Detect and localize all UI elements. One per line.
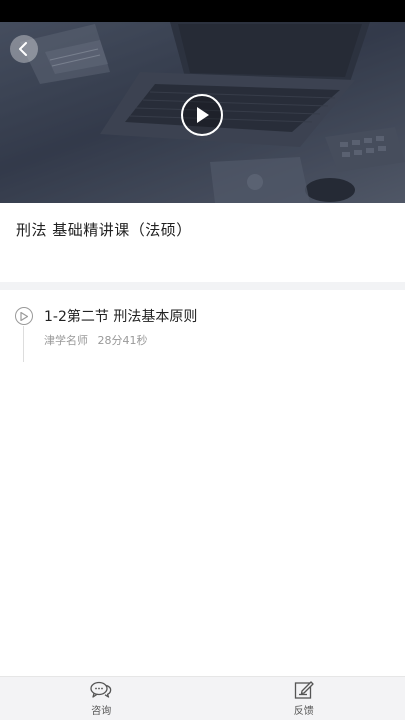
timeline-line <box>23 326 24 362</box>
video-player[interactable] <box>0 22 405 203</box>
lesson-item[interactable]: 1-2第二节 刑法基本原则 津学名师 28分41秒 <box>0 290 405 365</box>
section-divider <box>0 282 405 290</box>
play-icon <box>197 107 209 123</box>
back-button[interactable] <box>10 35 38 63</box>
lesson-teacher: 津学名师 <box>44 334 88 347</box>
chevron-left-icon <box>19 42 27 56</box>
lesson-duration: 28分41秒 <box>97 334 148 347</box>
play-circle-icon <box>15 307 33 325</box>
edit-note-icon <box>293 680 315 700</box>
play-button[interactable] <box>181 94 223 136</box>
lesson-title: 1-2第二节 刑法基本原则 <box>44 309 198 325</box>
tab-consult-label: 咨询 <box>91 706 112 717</box>
bottom-tabbar: 咨询 反馈 <box>0 676 405 720</box>
lesson-meta: 津学名师 28分41秒 <box>44 332 154 348</box>
status-bar <box>0 0 405 22</box>
chat-bubbles-icon <box>90 680 112 700</box>
tab-feedback[interactable]: 反馈 <box>203 677 405 720</box>
course-title: 刑法 基础精讲课（法硕） <box>16 221 192 239</box>
tab-consult[interactable]: 咨询 <box>0 677 203 720</box>
tab-feedback-label: 反馈 <box>293 706 314 717</box>
